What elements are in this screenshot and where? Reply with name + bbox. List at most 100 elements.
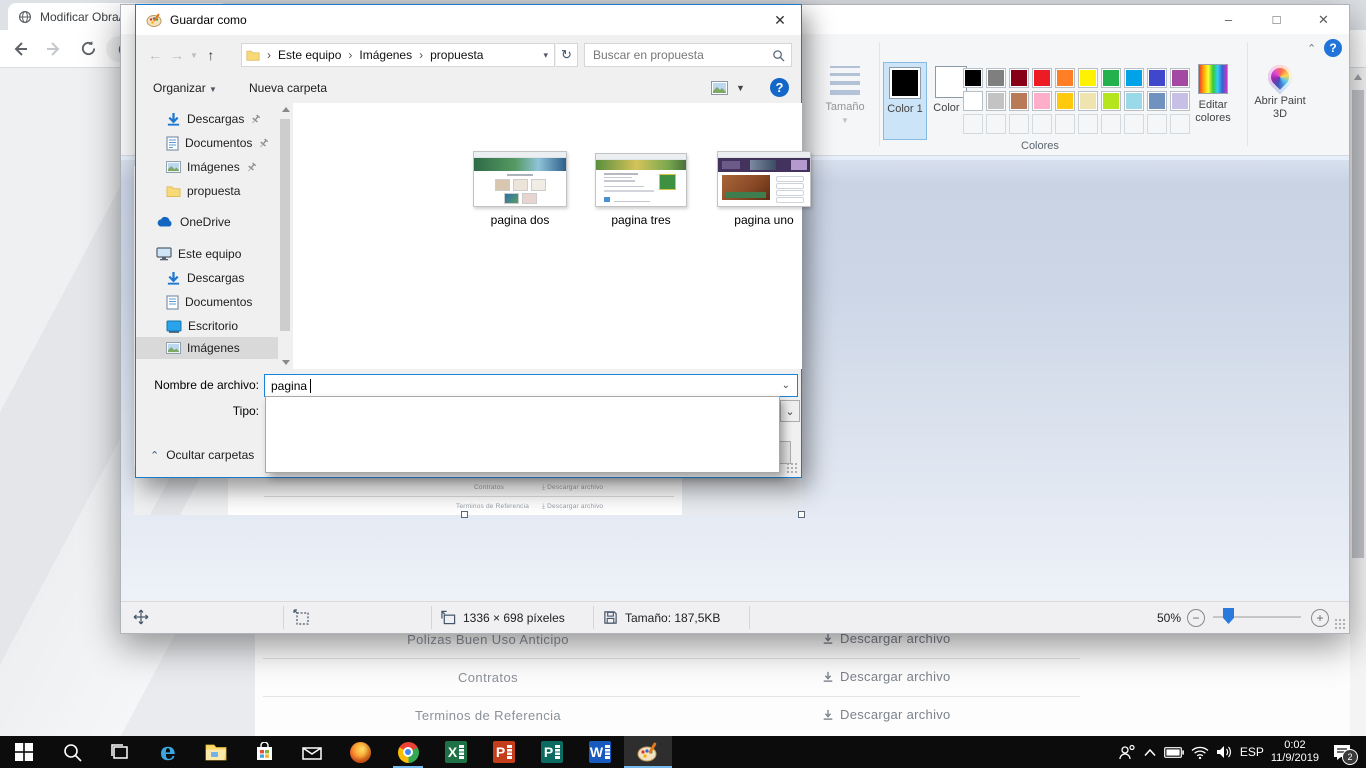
download-link[interactable]: Descargar archivo [822, 707, 951, 722]
palette-color-swatch[interactable] [986, 68, 1006, 88]
hidden-icons-chevron[interactable] [1143, 748, 1157, 757]
clock[interactable]: 0:02 11/9/2019 [1271, 739, 1319, 765]
file-item[interactable]: pagina dos [465, 151, 575, 227]
help-icon[interactable]: ? [1324, 39, 1342, 57]
palette-color-swatch[interactable] [1055, 68, 1075, 88]
edit-colors-button[interactable]: Editar colores [1185, 62, 1241, 125]
nav-item-este-equipo[interactable]: Este equipo [156, 243, 241, 265]
close-button[interactable]: ✕ [1301, 5, 1346, 34]
canvas-resize-handle-corner[interactable] [798, 511, 805, 518]
nav-item-onedrive[interactable]: OneDrive [156, 211, 231, 233]
palette-color-swatch[interactable] [1009, 68, 1029, 88]
zoom-out-button[interactable]: − [1187, 609, 1205, 627]
palette-empty-slot[interactable] [1055, 114, 1075, 134]
palette-color-swatch[interactable] [1032, 91, 1052, 111]
size-button[interactable]: Tamaño ▼ [821, 62, 869, 125]
nav-scrollbar[interactable] [278, 103, 293, 369]
organize-menu[interactable]: Organizar ▼ [153, 81, 217, 95]
people-icon[interactable] [1118, 744, 1136, 760]
palette-empty-slot[interactable] [1147, 114, 1167, 134]
palette-color-swatch[interactable] [1124, 91, 1144, 111]
volume-icon[interactable] [1216, 745, 1233, 759]
battery-icon[interactable] [1164, 747, 1184, 758]
nav-history-dropdown-icon[interactable]: ▼ [190, 51, 198, 60]
scrollbar-thumb[interactable] [280, 119, 290, 331]
nav-back-icon[interactable]: ← [144, 47, 166, 63]
palette-empty-slot[interactable] [1009, 114, 1029, 134]
taskbar-chrome-button[interactable] [384, 736, 432, 768]
dialog-resize-grip[interactable] [786, 462, 798, 474]
window-resize-grip[interactable] [1334, 618, 1346, 630]
dialog-close-icon[interactable]: ✕ [759, 5, 801, 35]
palette-color-swatch[interactable] [1124, 68, 1144, 88]
minimize-button[interactable]: – [1206, 5, 1251, 34]
breadcrumb-pictures[interactable]: Imágenes [359, 48, 412, 62]
language-indicator[interactable]: ESP [1240, 745, 1264, 759]
back-icon[interactable] [8, 37, 32, 61]
taskbar-word-button[interactable]: W [576, 736, 624, 768]
open-paint3d-button[interactable]: Abrir Paint 3D [1251, 62, 1309, 121]
palette-color-swatch[interactable] [1009, 91, 1029, 111]
palette-color-swatch[interactable] [1078, 91, 1098, 111]
new-folder-button[interactable]: Nueva carpeta [249, 81, 327, 95]
nav-item-documentos-pc[interactable]: Documentos [166, 291, 252, 313]
nav-item-descargas-pc[interactable]: Descargas [166, 267, 244, 289]
palette-empty-slot[interactable] [1101, 114, 1121, 134]
palette-color-swatch[interactable] [1101, 68, 1121, 88]
palette-color-swatch[interactable] [963, 68, 983, 88]
file-item[interactable]: pagina tres [586, 153, 696, 227]
nav-forward-icon[interactable]: → [166, 47, 188, 63]
breadcrumb-propuesta[interactable]: propuesta [430, 48, 483, 62]
palette-color-swatch[interactable] [963, 91, 983, 111]
collapse-ribbon-icon[interactable]: ⌃ [1307, 42, 1316, 55]
palette-color-swatch[interactable] [1147, 68, 1167, 88]
palette-empty-slot[interactable] [1124, 114, 1144, 134]
save-button-edge[interactable] [779, 441, 791, 464]
address-dropdown-icon[interactable]: ▾ [543, 50, 554, 61]
taskbar-paint-button[interactable] [624, 736, 672, 768]
filename-dropdown-icon[interactable]: ⌄ [782, 380, 790, 391]
canvas-resize-handle-bottom[interactable] [461, 511, 468, 518]
maximize-button[interactable]: □ [1254, 5, 1299, 34]
taskbar-excel-button[interactable]: X [432, 736, 480, 768]
taskbar-search-button[interactable] [48, 736, 96, 768]
palette-color-swatch[interactable] [1101, 91, 1121, 111]
palette-empty-slot[interactable] [986, 114, 1006, 134]
palette-color-swatch[interactable] [1055, 91, 1075, 111]
taskbar-store-button[interactable] [240, 736, 288, 768]
nav-item-documentos-quick[interactable]: Documentos [166, 132, 287, 154]
start-button[interactable] [0, 736, 48, 768]
scrollbar-up-arrow[interactable] [282, 107, 290, 112]
scrollbar-up-arrow[interactable] [1354, 74, 1362, 80]
breadcrumb-this-pc[interactable]: Este equipo [278, 48, 341, 62]
taskbar-edge-button[interactable]: e [144, 736, 192, 768]
color1-button[interactable]: Color 1 [883, 62, 927, 140]
nav-item-escritorio[interactable]: Escritorio [166, 315, 238, 337]
forward-icon[interactable] [42, 37, 66, 61]
taskbar-firefox-button[interactable] [336, 736, 384, 768]
palette-color-swatch[interactable] [1032, 68, 1052, 88]
reload-icon[interactable] [76, 37, 100, 61]
filename-input[interactable]: pagina ⌄ [264, 374, 798, 397]
nav-up-icon[interactable]: ↑ [200, 47, 222, 63]
nav-item-propuesta[interactable]: propuesta [166, 180, 240, 202]
nav-item-imagenes-quick[interactable]: Imágenes [166, 156, 275, 178]
action-center-button[interactable]: 2 [1332, 744, 1352, 761]
dialog-titlebar[interactable]: Guardar como [136, 5, 801, 35]
task-view-button[interactable] [96, 736, 144, 768]
palette-color-swatch[interactable] [986, 91, 1006, 111]
palette-color-swatch[interactable] [1147, 91, 1167, 111]
palette-color-swatch[interactable] [1078, 68, 1098, 88]
hide-folders-button[interactable]: ⌃ Ocultar carpetas [150, 448, 254, 462]
taskbar-powerpoint-button[interactable]: P [480, 736, 528, 768]
palette-empty-slot[interactable] [1032, 114, 1052, 134]
breadcrumb[interactable]: › Este equipo › Imágenes › propuesta ▾ [241, 43, 555, 67]
zoom-slider-thumb[interactable] [1223, 608, 1234, 624]
type-dropdown-icon[interactable]: ⌄ [780, 400, 800, 422]
nav-item-descargas-quick[interactable]: Descargas [166, 108, 279, 130]
taskbar-mail-button[interactable] [288, 736, 336, 768]
view-mode-button[interactable] [711, 80, 728, 95]
view-dropdown-icon[interactable]: ▼ [736, 83, 745, 93]
scrollbar-down-arrow[interactable] [282, 360, 290, 365]
refresh-icon[interactable]: ↻ [556, 43, 578, 67]
